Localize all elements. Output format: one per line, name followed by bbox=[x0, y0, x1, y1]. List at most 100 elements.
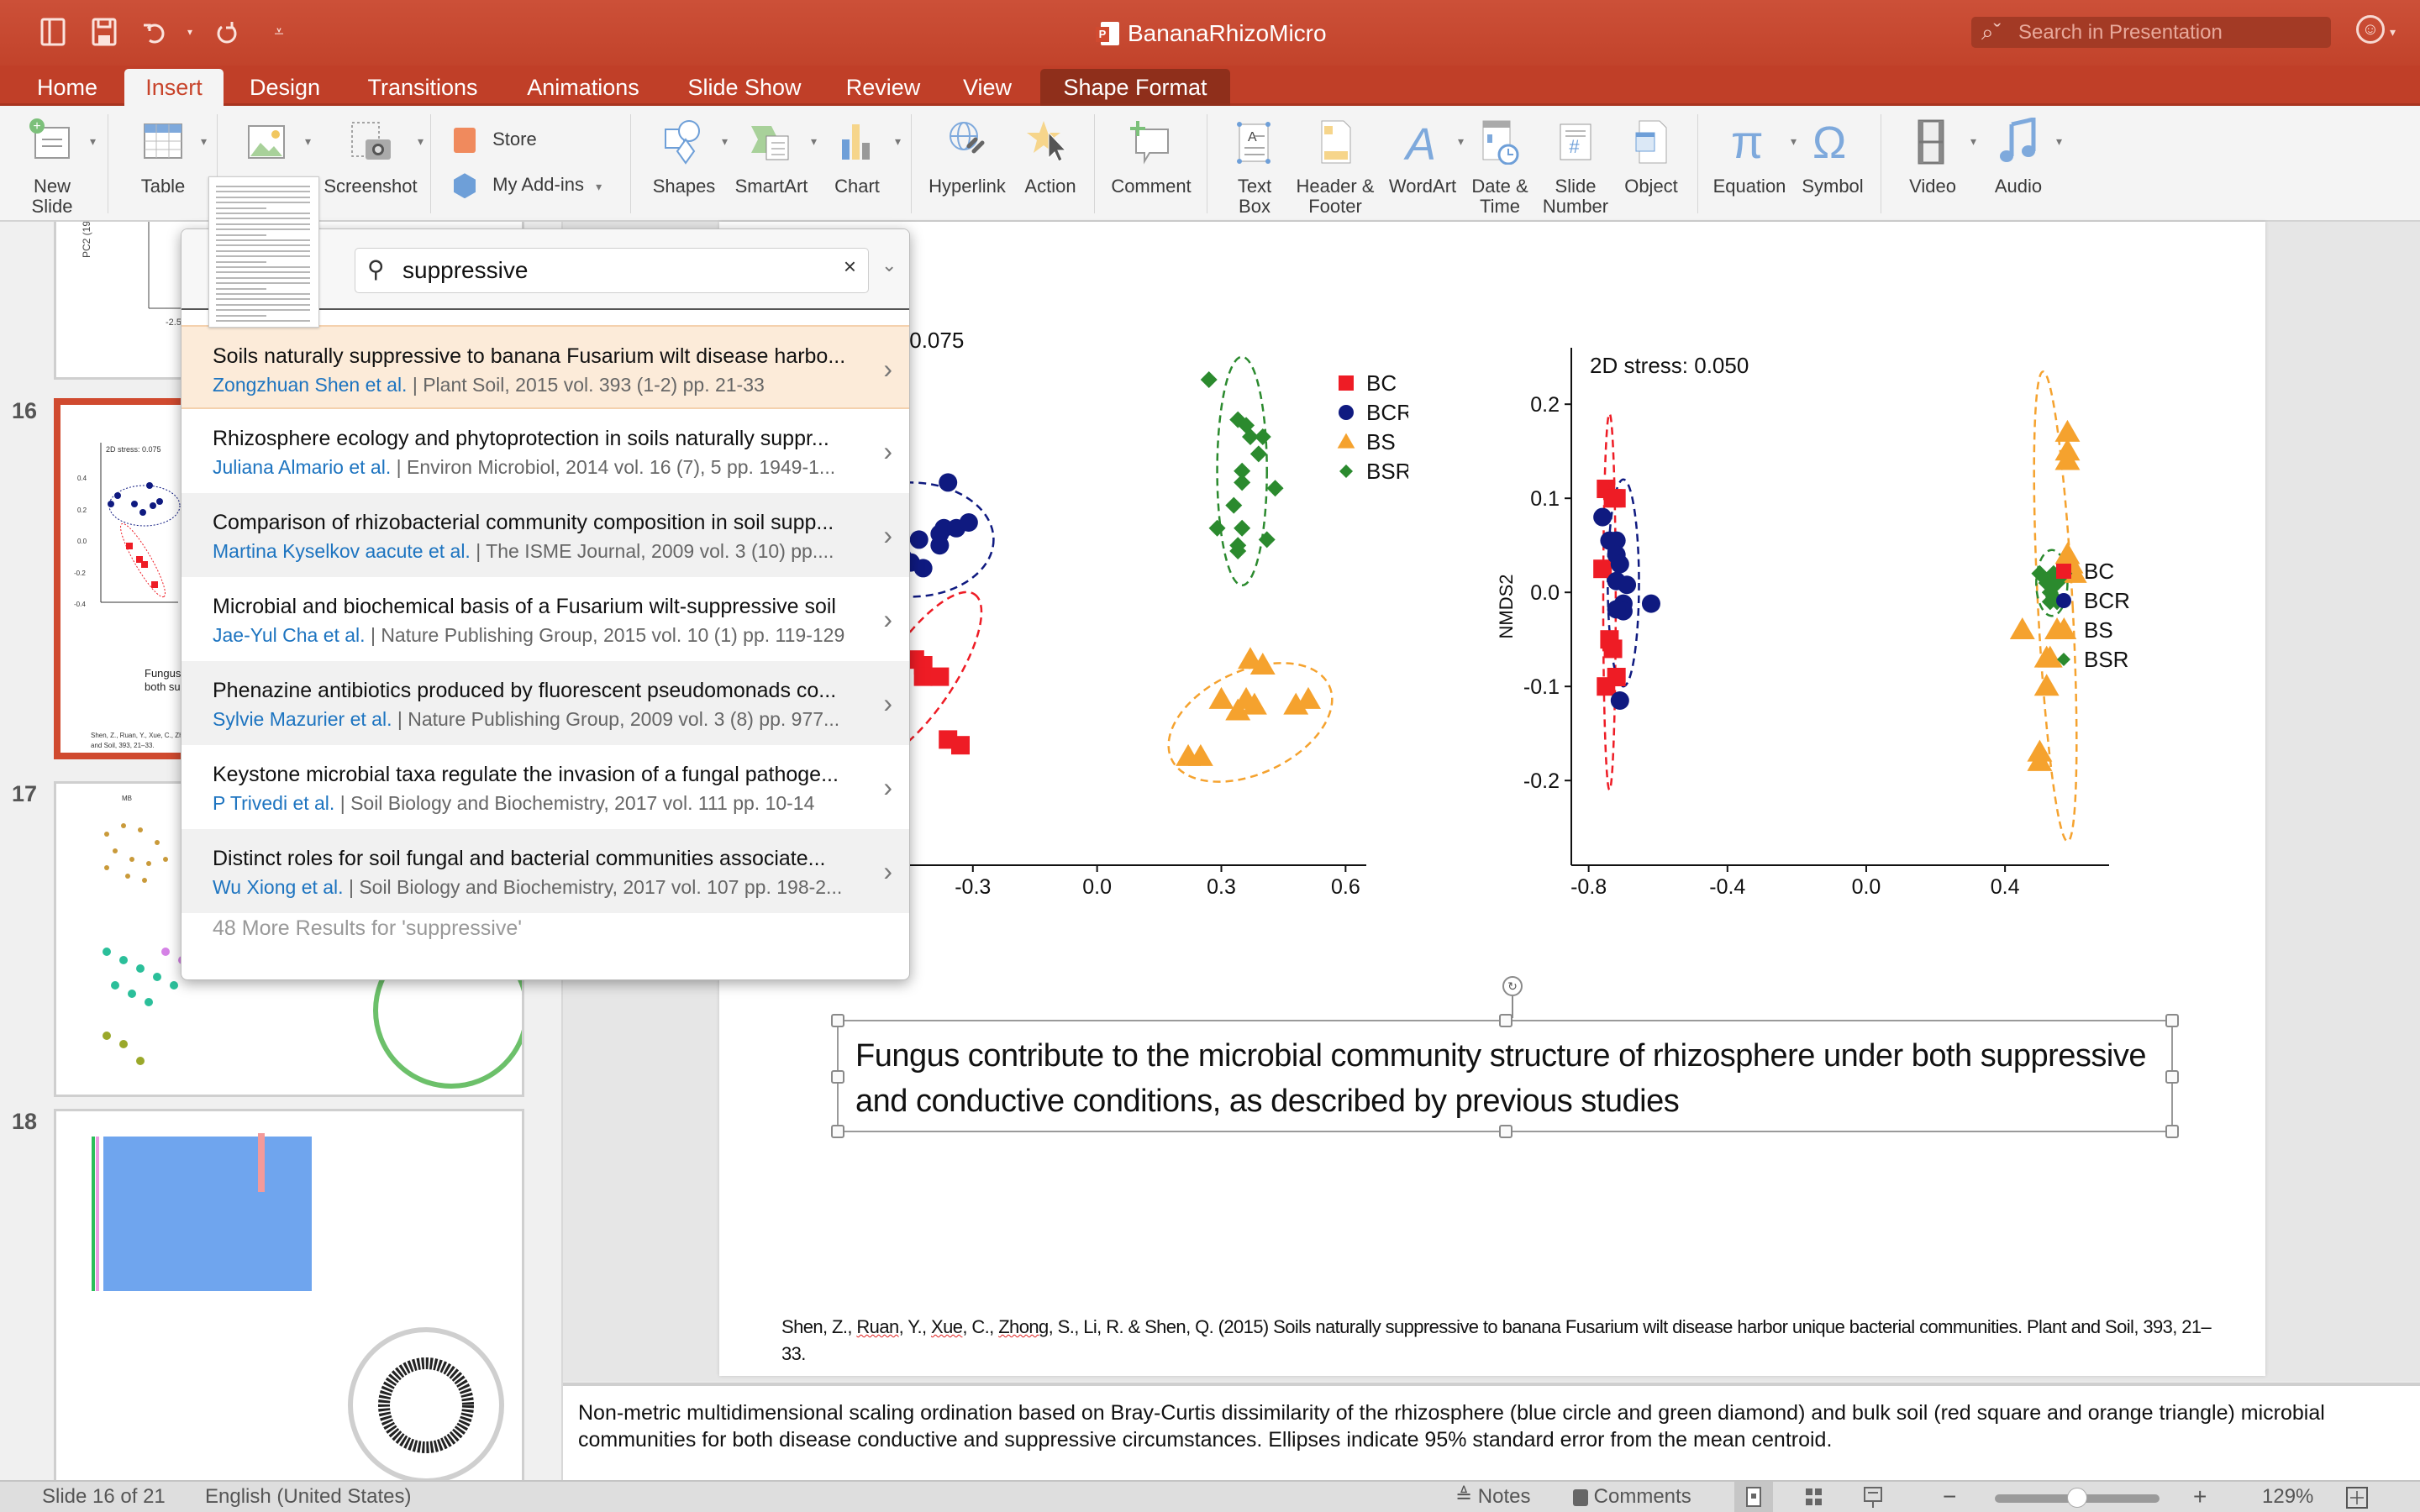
table-button[interactable]: ▾ Table bbox=[123, 106, 207, 222]
undo-icon[interactable] bbox=[141, 17, 168, 47]
speaker-notes-text[interactable]: Non-metric multidimensional scaling ordi… bbox=[578, 1399, 2403, 1453]
screenshot-button[interactable]: ▾ Screenshot bbox=[321, 106, 424, 222]
notes-toggle-button[interactable]: ≜ Notes bbox=[1455, 1482, 1530, 1512]
citation-source: | Environ Microbiol, 2014 vol. 16 (7), 5… bbox=[391, 456, 836, 478]
caption-text-box[interactable]: Fungus contribute to the microbial commu… bbox=[831, 1014, 2179, 1138]
reference-citation[interactable]: Shen, Z., Ruan, Y., Xue, C., Zhong, S., … bbox=[781, 1314, 2227, 1368]
nmds-chart-right: -0.8-0.40.00.40.20.10.0-0.1-0.2NMDS1NMDS… bbox=[1496, 348, 2130, 894]
new-slide-button[interactable]: + ▾ New Slide bbox=[12, 106, 96, 222]
audio-button[interactable]: ▾ Audio bbox=[1978, 106, 2062, 222]
caption-text[interactable]: Fungus contribute to the microbial commu… bbox=[855, 1033, 2163, 1124]
customize-qat-icon[interactable]: ⩡ bbox=[266, 17, 292, 47]
hyperlink-button[interactable]: Hyperlink bbox=[921, 106, 1013, 222]
tab-shape-format[interactable]: Shape Format bbox=[1040, 69, 1230, 106]
slide-thumbnail-18[interactable] bbox=[54, 1109, 524, 1480]
resize-handle-top[interactable] bbox=[1499, 1014, 1512, 1027]
normal-view-button[interactable] bbox=[1734, 1482, 1773, 1512]
equation-button[interactable]: π ▾ Equation bbox=[1706, 106, 1797, 222]
citation-result-item[interactable]: Phenazine antibiotics produced by fluore… bbox=[182, 661, 909, 745]
tab-home[interactable]: Home bbox=[25, 69, 109, 106]
more-results-link[interactable]: 48 More Results for 'suppressive' bbox=[213, 916, 522, 941]
header-footer-button[interactable]: Header & Footer bbox=[1291, 106, 1380, 222]
zoom-in-button[interactable]: + bbox=[2193, 1482, 2207, 1512]
undo-dropdown-icon[interactable]: ▾ bbox=[176, 17, 203, 47]
resize-handle-left[interactable] bbox=[831, 1070, 844, 1084]
tab-view[interactable]: View bbox=[955, 69, 1020, 106]
comments-toggle-button[interactable]: Comments bbox=[1573, 1482, 1691, 1512]
resize-handle-right[interactable] bbox=[2165, 1070, 2179, 1084]
svg-text:A: A bbox=[1248, 130, 1257, 144]
action-button[interactable]: Action bbox=[1013, 106, 1087, 222]
feedback-smiley-icon[interactable]: ☺ bbox=[2356, 15, 2385, 44]
object-button[interactable]: Object bbox=[1613, 106, 1689, 222]
citation-search-input[interactable] bbox=[402, 254, 806, 287]
smartart-button[interactable]: ▾ SmartArt bbox=[729, 106, 817, 222]
citation-result-item[interactable]: Distinct roles for soil fungal and bacte… bbox=[182, 829, 909, 913]
citation-search-field[interactable]: ⚲ × bbox=[355, 248, 869, 293]
store-label: Store bbox=[492, 129, 537, 150]
chevron-right-icon[interactable]: › bbox=[883, 856, 892, 887]
citation-meta: Jae-Yul Cha et al. | Nature Publishing G… bbox=[213, 621, 909, 649]
tab-review[interactable]: Review bbox=[837, 69, 929, 106]
date-time-button[interactable]: Date & Time bbox=[1462, 106, 1538, 222]
citation-result-item[interactable]: Keystone microbial taxa regulate the inv… bbox=[182, 745, 909, 829]
slide-16-canvas[interactable]: -0.6-0.30.00.30.60.40.20.0-0.2-0.4NMDS1N… bbox=[719, 222, 2265, 1376]
resize-handle-bottom-right[interactable] bbox=[2165, 1125, 2179, 1138]
slide-sorter-view-button[interactable] bbox=[1795, 1482, 1833, 1512]
chevron-right-icon[interactable]: › bbox=[883, 354, 892, 385]
chevron-right-icon[interactable]: › bbox=[883, 688, 892, 719]
svg-text:-2.5: -2.5 bbox=[166, 318, 182, 328]
chart-button[interactable]: ▾ Chart bbox=[817, 106, 901, 222]
fit-to-window-button[interactable] bbox=[2346, 1482, 2368, 1512]
shapes-button[interactable]: ▾ Shapes bbox=[644, 106, 728, 222]
tab-design[interactable]: Design bbox=[240, 69, 329, 106]
chevron-right-icon[interactable]: › bbox=[883, 772, 892, 803]
text-box-button[interactable]: A Text Box bbox=[1218, 106, 1291, 222]
save-icon[interactable] bbox=[91, 17, 118, 47]
slide-number-button[interactable]: # Slide Number bbox=[1538, 106, 1613, 222]
citation-result-item[interactable]: Microbial and biochemical basis of a Fus… bbox=[182, 577, 909, 661]
store-button[interactable]: Store bbox=[454, 123, 537, 156]
citation-result-item[interactable]: Soils naturally suppressive to banana Fu… bbox=[182, 325, 909, 409]
resize-handle-top-left[interactable] bbox=[831, 1014, 844, 1027]
resize-handle-top-right[interactable] bbox=[2165, 1014, 2179, 1027]
reading-view-button[interactable] bbox=[1854, 1482, 1892, 1512]
search-options-chevron-icon[interactable]: ⌄ bbox=[881, 255, 897, 276]
bc-data-point bbox=[1597, 677, 1616, 696]
video-label: Video bbox=[1909, 176, 1956, 197]
tab-animations[interactable]: Animations bbox=[516, 69, 650, 106]
preview-text-line bbox=[216, 287, 266, 290]
citation-result-item[interactable]: Comparison of rhizobacterial community c… bbox=[182, 493, 909, 577]
store-icon bbox=[454, 128, 476, 154]
tab-insert[interactable]: Insert bbox=[124, 69, 224, 106]
tab-slide-show[interactable]: Slide Show bbox=[677, 69, 812, 106]
rotate-handle[interactable]: ↻ bbox=[1502, 976, 1523, 996]
chevron-right-icon[interactable]: › bbox=[883, 520, 892, 551]
x-tick-label: 0.0 bbox=[1852, 875, 1881, 894]
comment-button[interactable]: Comment bbox=[1104, 106, 1198, 222]
chevron-right-icon[interactable]: › bbox=[883, 604, 892, 635]
zoom-slider[interactable] bbox=[1995, 1488, 2160, 1508]
language-indicator[interactable]: English (United States) bbox=[205, 1482, 411, 1512]
bcr-data-point bbox=[913, 559, 933, 578]
speaker-notes-pane[interactable]: Non-metric multidimensional scaling ordi… bbox=[563, 1383, 2420, 1480]
clear-search-button[interactable]: × bbox=[844, 254, 856, 280]
redo-icon[interactable] bbox=[213, 17, 240, 47]
wordart-button[interactable]: A ▾ WordArt bbox=[1385, 106, 1464, 222]
video-button[interactable]: ▾ Video bbox=[1892, 106, 1976, 222]
feedback-dropdown-icon[interactable]: ▾ bbox=[2390, 25, 2396, 39]
text-box-icon: A bbox=[1237, 122, 1270, 164]
sidebar-toggle-icon[interactable] bbox=[40, 17, 67, 47]
zoom-slider-knob[interactable] bbox=[2067, 1488, 2087, 1508]
resize-handle-bottom-left[interactable] bbox=[831, 1125, 844, 1138]
chevron-right-icon[interactable]: › bbox=[883, 436, 892, 467]
my-addins-button[interactable]: My Add-ins ▾ bbox=[454, 168, 602, 202]
bsr-data-point bbox=[1234, 474, 1251, 491]
tab-transitions[interactable]: Transitions bbox=[356, 69, 489, 106]
zoom-out-button[interactable]: − bbox=[1943, 1482, 1956, 1512]
symbol-button[interactable]: Ω Symbol bbox=[1793, 106, 1872, 222]
search-in-presentation-input[interactable]: ⌕ˇ Search in Presentation bbox=[1971, 17, 2331, 48]
resize-handle-bottom[interactable] bbox=[1499, 1125, 1512, 1138]
zoom-level[interactable]: 129% bbox=[2262, 1482, 2313, 1512]
citation-result-item[interactable]: Rhizosphere ecology and phytoprotection … bbox=[182, 409, 909, 493]
